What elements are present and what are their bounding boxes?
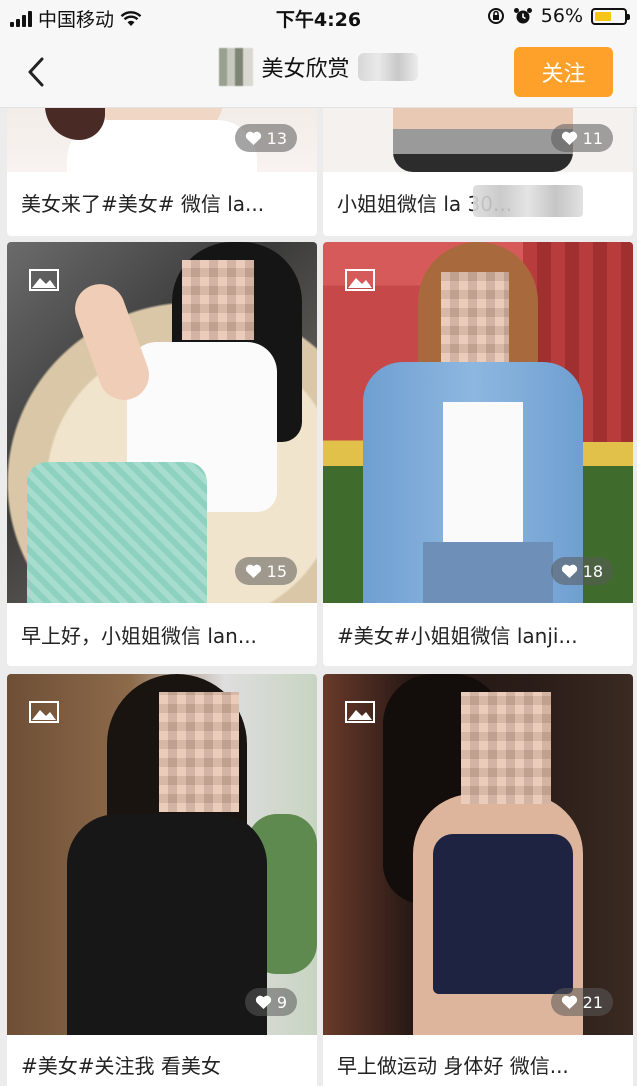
- like-badge[interactable]: 9: [244, 988, 297, 1016]
- post-caption: 早上做运动 身体好 微信...: [337, 1054, 569, 1078]
- image-icon: [345, 701, 375, 723]
- post-image: [7, 674, 317, 1035]
- like-badge[interactable]: 18: [550, 557, 613, 585]
- like-count: 9: [276, 992, 287, 1012]
- like-badge[interactable]: 21: [550, 988, 613, 1016]
- post-caption: #美女#小姐姐微信 lanji...: [337, 624, 578, 648]
- blurred-face: [441, 272, 509, 362]
- image-icon: [345, 269, 375, 291]
- blurred-face: [159, 692, 239, 812]
- image-icon: [29, 701, 59, 723]
- post-image: [7, 242, 317, 603]
- like-count: 18: [582, 561, 603, 581]
- heart-icon: [255, 995, 271, 1009]
- like-count: 11: [582, 128, 603, 148]
- feed: 13 美女来了#美女# 微信 la... 11 小姐姐微信 la 30... 1…: [0, 108, 637, 1086]
- like-count: 13: [266, 128, 287, 148]
- like-badge[interactable]: 11: [550, 124, 613, 152]
- post-image: [323, 242, 633, 603]
- post-card[interactable]: 18 #美女#小姐姐微信 lanji...: [323, 242, 633, 666]
- status-right: 56%: [487, 5, 630, 27]
- post-caption: 早上好，小姐姐微信 lan...: [21, 624, 257, 648]
- blurred-text: [357, 53, 418, 81]
- page-title: 美女欣赏: [261, 57, 350, 82]
- like-count: 21: [582, 992, 603, 1012]
- post-card[interactable]: 15 早上好，小姐姐微信 lan...: [7, 242, 317, 666]
- post-caption: #美女#关注我 看美女: [21, 1054, 221, 1078]
- battery-icon: [591, 7, 630, 25]
- post-card[interactable]: 9 #美女#关注我 看美女: [7, 674, 317, 1086]
- heart-icon: [245, 131, 261, 145]
- image-icon: [29, 269, 59, 291]
- heart-icon: [245, 564, 261, 578]
- blurred-text: [473, 185, 583, 217]
- alarm-icon: [513, 8, 532, 24]
- blurred-face: [461, 692, 551, 804]
- rotation-lock-icon: [487, 8, 504, 24]
- battery-percent: 56%: [540, 5, 583, 27]
- post-card[interactable]: 13 美女来了#美女# 微信 la...: [7, 108, 317, 236]
- like-badge[interactable]: 13: [234, 124, 297, 152]
- post-card[interactable]: 21 早上做运动 身体好 微信...: [323, 674, 633, 1086]
- status-bar: 中国移动 下午4:26 56%: [0, 0, 637, 34]
- heart-icon: [561, 564, 577, 578]
- like-count: 15: [266, 561, 287, 581]
- post-image: [323, 674, 633, 1035]
- follow-button[interactable]: 关注: [514, 47, 613, 97]
- post-card[interactable]: 11 小姐姐微信 la 30...: [323, 108, 633, 236]
- blurred-face: [182, 260, 254, 340]
- heart-icon: [561, 995, 577, 1009]
- like-badge[interactable]: 15: [234, 557, 297, 585]
- heart-icon: [561, 131, 577, 145]
- avatar: [219, 48, 254, 86]
- battery-fill: [595, 11, 611, 21]
- nav-bar: 美女欣赏 关注: [0, 34, 637, 108]
- post-caption: 美女来了#美女# 微信 la...: [21, 192, 265, 216]
